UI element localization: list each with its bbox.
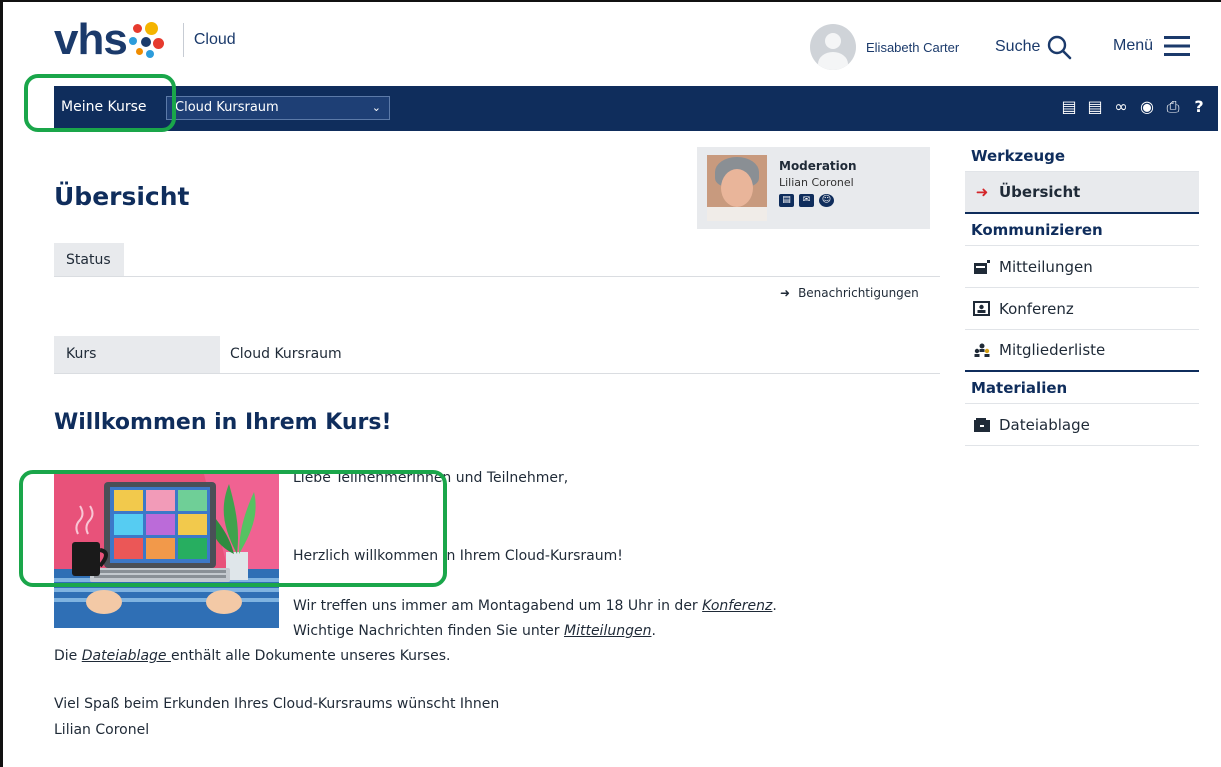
course-info-row: Kurs Cloud Kursraum: [54, 336, 940, 374]
logo-divider: [182, 23, 184, 57]
sidebar-item-conference[interactable]: Konferenz: [965, 288, 1199, 330]
search-label: Suche: [995, 38, 1041, 55]
presentation-icon[interactable]: ▤: [1060, 97, 1078, 117]
course-value: Cloud Kursraum: [230, 346, 342, 362]
sidebar-item-label: Mitteilungen: [999, 257, 1093, 276]
sidebar-item-messages[interactable]: Mitteilungen: [965, 246, 1199, 288]
logo-product-name: Cloud: [193, 31, 236, 48]
notes-icon[interactable]: ▤: [1086, 97, 1104, 117]
question-icon[interactable]: ?: [1190, 97, 1208, 117]
sidebar-item-label: Übersicht: [999, 183, 1081, 201]
members-icon: [974, 343, 990, 357]
file-storage-link[interactable]: Dateiablage: [82, 648, 171, 664]
menu-label: Menü: [1113, 37, 1154, 54]
link-icon[interactable]: ∞: [1112, 97, 1130, 117]
user-profile[interactable]: Elisabeth Carter: [810, 24, 959, 70]
chevron-down-icon: ⌄: [371, 101, 381, 114]
sidebar-heading-communicate: Kommunizieren: [965, 214, 1199, 246]
signature-text: Lilian Coronel: [54, 722, 150, 738]
sidebar-item-files[interactable]: Dateiablage: [965, 404, 1199, 446]
course-navbar: Meine Kurse Cloud Kursraum ⌄ ▤ ▤ ∞ ◉ ⎙ ?: [54, 86, 1218, 131]
arrow-right-icon: ➜: [780, 286, 791, 300]
sidebar-item-members[interactable]: Mitgliederliste: [965, 330, 1199, 372]
closing-text: Viel Spaß beim Erkunden Ihres Cloud-Kurs…: [54, 696, 500, 712]
notifications-label: Benachrichtigungen: [798, 286, 919, 300]
moderator-contact-icons: ▤ ✉ ☺: [779, 194, 834, 207]
notifications-link[interactable]: ➜ Benachrichtigungen: [780, 286, 919, 300]
conference-link[interactable]: Konferenz: [702, 598, 772, 614]
vcard-icon[interactable]: ▤: [779, 194, 794, 207]
arrow-right-icon: ➜: [975, 183, 989, 201]
sidebar-heading-tools: Werkzeuge: [965, 140, 1199, 172]
course-label: Kurs: [54, 336, 220, 373]
logo-text: vhs: [54, 15, 128, 64]
search-button[interactable]: Suche: [995, 34, 1072, 60]
print-icon[interactable]: ⎙: [1164, 97, 1182, 117]
moderation-title: Moderation: [779, 159, 857, 173]
page-title: Übersicht: [54, 182, 190, 211]
tab-status[interactable]: Status: [54, 243, 124, 277]
smiley-icon[interactable]: ☺: [819, 194, 834, 207]
vhs-logo[interactable]: vhs Cloud: [54, 18, 236, 62]
menu-button[interactable]: Menü: [1113, 34, 1191, 58]
moderation-card: Moderation Lilian Coronel ▤ ✉ ☺: [697, 147, 930, 229]
logo-dots-icon: [128, 20, 169, 60]
sidebar-item-label: Dateiablage: [999, 415, 1090, 434]
course-select[interactable]: Cloud Kursraum ⌄: [166, 96, 390, 120]
sidebar-item-label: Konferenz: [999, 299, 1074, 318]
mail-icon[interactable]: ✉: [799, 194, 814, 207]
moderator-photo: [707, 155, 767, 221]
avatar: [810, 24, 856, 70]
user-name: Elisabeth Carter: [866, 39, 960, 55]
files-text: Die Dateiablage enthält alle Dokumente u…: [54, 648, 451, 664]
search-icon: [1048, 35, 1072, 60]
welcome-heading: Willkommen in Ihrem Kurs!: [54, 410, 392, 435]
moderator-name: Lilian Coronel: [779, 176, 854, 189]
file-storage-icon: [974, 417, 990, 432]
course-select-value: Cloud Kursraum: [175, 100, 279, 115]
message-board-icon: [974, 259, 990, 274]
sidebar: Werkzeuge ➜ Übersicht Kommunizieren Mitt…: [965, 140, 1199, 446]
tab-divider: [54, 276, 940, 277]
sidebar-item-label: Mitgliederliste: [999, 341, 1106, 359]
navbar-tools: ▤ ▤ ∞ ◉ ⎙ ?: [1060, 97, 1208, 117]
highlight-welcome-area: [19, 470, 447, 587]
sidebar-heading-materials: Materialien: [965, 372, 1199, 404]
meeting-text: Wir treffen uns immer am Montagabend um …: [293, 598, 777, 614]
header: vhs Cloud Elisabeth Carter Suche Menü: [3, 2, 1221, 86]
news-text: Wichtige Nachrichten finden Sie unter Mi…: [293, 623, 656, 639]
messages-link[interactable]: Mitteilungen: [564, 623, 651, 639]
hamburger-icon: [1164, 36, 1191, 56]
help-bubble-icon[interactable]: ◉: [1138, 97, 1156, 117]
sidebar-item-overview[interactable]: ➜ Übersicht: [965, 172, 1199, 214]
conference-icon: [973, 300, 990, 316]
highlight-my-courses: [24, 74, 176, 132]
